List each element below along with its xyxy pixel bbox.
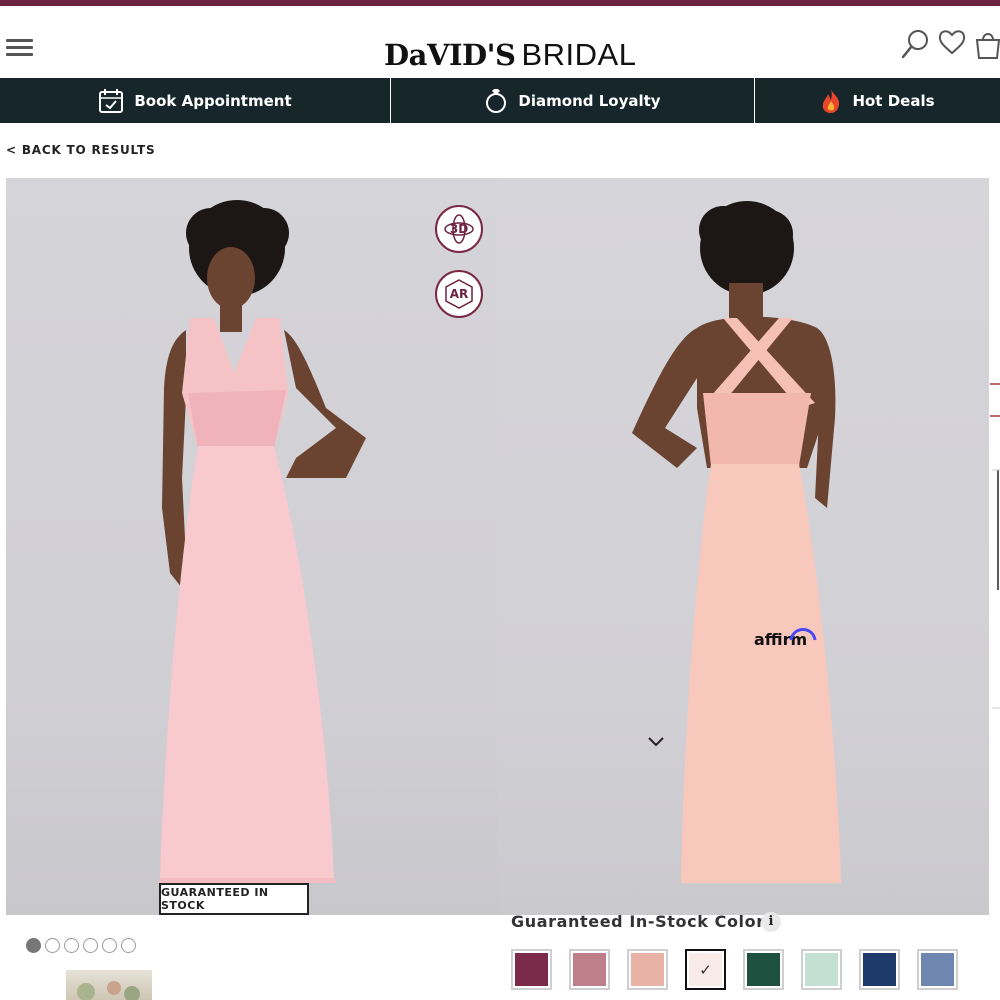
gallery-dot-5[interactable] [102,938,117,953]
guaranteed-in-stock-badge: GUARANTEED IN STOCK [159,883,309,915]
gallery-dot-4[interactable] [83,938,98,953]
gallery-dot-6[interactable] [121,938,136,953]
back-model-illustration [632,201,841,883]
view-ar-label: AR [449,287,469,301]
front-model-illustration [158,200,366,883]
view-3d-label: 3D [449,222,469,236]
swatch-fill [631,953,664,986]
gallery-dot-1[interactable] [26,938,41,953]
nav-book-appointment[interactable]: Book Appointment [0,78,390,123]
swatch-fill [515,953,548,986]
swatch-fill [573,953,606,986]
affirm-arc-icon [789,628,817,641]
view-3d-button[interactable]: 3D [435,205,483,253]
color-swatch-petal[interactable]: ✓ [685,949,726,990]
in-stock-colors-title: Guaranteed In-Stock Colors [511,912,775,931]
color-swatch-marine[interactable] [859,949,900,990]
color-swatch-dusk-blue[interactable] [917,949,958,990]
product-photo-back[interactable] [497,178,989,915]
heart-icon[interactable] [938,28,966,58]
nav-diamond-loyalty[interactable]: Diamond Loyalty [390,78,754,123]
color-swatch-dusty-rose[interactable] [569,949,610,990]
calendar-icon [99,88,124,113]
swatch-fill [921,953,954,986]
menu-icon[interactable] [6,39,33,57]
nav-deals-label: Hot Deals [852,91,935,110]
gallery-dot-3[interactable] [64,938,79,953]
side-panel-edge [990,383,1000,709]
back-to-results-link[interactable]: < BACK TO RESULTS [6,143,155,157]
color-swatch-juniper[interactable] [743,949,784,990]
logo-bridal: BRIDAL [521,37,637,72]
product-photo-front[interactable]: 3D AR [6,178,497,915]
cart-icon[interactable] [973,28,1000,60]
color-swatch-mint[interactable] [801,949,842,990]
ring-icon [486,88,507,113]
color-swatch-blush[interactable] [627,949,668,990]
swatch-fill [863,953,896,986]
nav-hot-deals[interactable]: Hot Deals [754,78,1000,123]
product-image-gallery: 3D AR GUARANTEED IN STOCK affirm [6,178,989,915]
gallery-dot-2[interactable] [45,938,60,953]
nav-book-label: Book Appointment [134,91,292,110]
info-icon[interactable]: i [761,912,781,932]
swatch-fill [747,953,780,986]
gallery-pagination-dots [26,938,136,953]
nav-loyalty-label: Diamond Loyalty [518,91,661,110]
promo-nav-bar: Book Appointment Diamond Loyalty Hot Dea… [0,78,1000,123]
brand-logo[interactable]: DaVID'S BRIDAL [384,37,636,73]
swatch-fill [805,953,838,986]
fire-icon [823,88,840,113]
search-icon[interactable] [900,28,930,62]
check-icon: ✓ [699,960,712,979]
site-header: DaVID'S BRIDAL [0,6,1000,78]
color-swatch-wine[interactable] [511,949,552,990]
logo-davids: DaVID'S [384,38,516,72]
product-thumbnail[interactable] [66,970,152,1000]
thumbnail-image [77,981,140,1000]
view-ar-button[interactable]: AR [435,270,483,318]
chevron-down-icon[interactable] [646,734,666,748]
